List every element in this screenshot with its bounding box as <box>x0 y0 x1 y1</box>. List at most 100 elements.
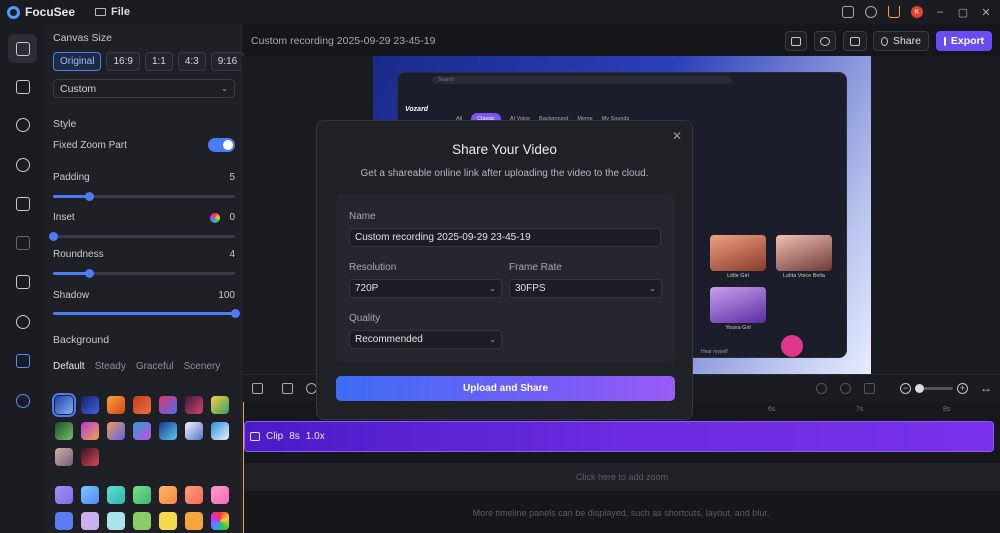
rail-camera-tool[interactable] <box>8 150 37 179</box>
color-swatch[interactable] <box>133 486 151 504</box>
share-label: Share <box>892 35 921 47</box>
wallpaper-swatch[interactable] <box>211 396 229 414</box>
rail-blur-tool[interactable] <box>8 307 37 336</box>
close-icon[interactable]: ✕ <box>672 129 682 143</box>
tab-steady[interactable]: Steady <box>95 361 126 372</box>
rail-canvas-tool[interactable] <box>8 34 37 63</box>
minimize-button[interactable]: – <box>934 6 946 18</box>
roundness-slider[interactable] <box>53 269 235 278</box>
expand-timeline-icon[interactable]: ↔ <box>980 381 992 395</box>
zoom-out-icon[interactable]: − <box>900 383 911 394</box>
color-swatch[interactable] <box>185 486 203 504</box>
delete-icon[interactable] <box>864 383 875 394</box>
color-swatch[interactable] <box>55 486 73 504</box>
ratio-original-button[interactable]: Original <box>53 52 102 71</box>
wallpaper-swatch[interactable] <box>133 422 151 440</box>
color-wheel-icon[interactable] <box>210 212 221 223</box>
color-swatch[interactable] <box>159 512 177 530</box>
inset-slider[interactable] <box>49 232 235 241</box>
tab-scenery[interactable]: Scenery <box>184 361 221 372</box>
wallpaper-swatch[interactable] <box>81 448 99 466</box>
export-button[interactable]: Export <box>936 31 992 51</box>
tab-default[interactable]: Default <box>53 361 85 372</box>
upload-and-share-button[interactable]: Upload and Share <box>336 376 675 401</box>
color-swatches <box>55 486 229 530</box>
ratio-1-1-button[interactable]: 1:1 <box>144 52 173 71</box>
fixed-zoom-row: Fixed Zoom Part <box>53 138 235 152</box>
rail-cursor-tool[interactable] <box>8 72 37 101</box>
quality-select[interactable]: Recommended ⌄ <box>349 330 502 349</box>
roundness-slider-knob[interactable] <box>85 269 95 278</box>
color-swatch[interactable] <box>211 486 229 504</box>
color-swatch[interactable] <box>81 512 99 530</box>
shadow-slider[interactable] <box>53 309 240 318</box>
share-button[interactable]: Share <box>873 31 929 51</box>
wallpaper-swatch[interactable] <box>185 422 203 440</box>
add-zoom-hint: Click here to add zoom <box>575 472 669 482</box>
rail-keyboard-tool[interactable] <box>8 228 37 257</box>
padding-slider-knob[interactable] <box>85 192 95 201</box>
timeline-settings-icon[interactable] <box>252 383 263 394</box>
wallpaper-swatch[interactable] <box>107 396 125 414</box>
rail-avatar-tool[interactable] <box>8 386 37 415</box>
zoom-in-icon[interactable]: + <box>957 383 968 394</box>
inset-label: Inset <box>53 212 75 223</box>
maximize-button[interactable]: ▢ <box>957 6 969 19</box>
name-field[interactable]: Custom recording 2025-09-29 23-45-19 <box>349 228 661 247</box>
crop-icon[interactable] <box>282 383 293 394</box>
frame-rate-select[interactable]: 30FPS ⌄ <box>509 279 662 298</box>
inset-slider-knob[interactable] <box>49 232 58 241</box>
color-swatch[interactable] <box>107 486 125 504</box>
rail-captions-tool[interactable] <box>8 346 37 375</box>
style-title: Style <box>53 118 77 130</box>
canvas-preset-select[interactable]: Custom ⌄ <box>53 79 235 98</box>
wallpaper-swatch[interactable] <box>211 422 229 440</box>
rail-clip-tool[interactable] <box>8 267 37 296</box>
custom-color-swatch[interactable] <box>211 512 229 530</box>
title-bar: FocuSee File K – ▢ ✕ <box>0 0 1000 24</box>
notes-button[interactable] <box>785 31 807 51</box>
color-swatch[interactable] <box>81 486 99 504</box>
color-swatch[interactable] <box>55 512 73 530</box>
timeline-zoom-slider[interactable] <box>915 384 953 393</box>
color-swatch[interactable] <box>159 486 177 504</box>
ruler-tick: 6s <box>768 406 776 413</box>
wallpaper-swatch[interactable] <box>133 396 151 414</box>
rail-path-tool[interactable] <box>8 110 37 139</box>
playhead[interactable] <box>243 402 244 533</box>
ratio-9-16-button[interactable]: 9:16 <box>210 52 245 71</box>
wallpaper-swatch[interactable] <box>55 422 73 440</box>
tab-graceful[interactable]: Graceful <box>136 361 174 372</box>
cart-icon[interactable] <box>888 6 900 18</box>
feedback-icon[interactable] <box>842 6 854 18</box>
wallpaper-swatch[interactable] <box>107 422 125 440</box>
adjust-button[interactable] <box>843 31 867 51</box>
settings-gear-icon[interactable] <box>865 6 877 18</box>
color-swatch[interactable] <box>133 512 151 530</box>
wallpaper-swatch[interactable] <box>81 422 99 440</box>
video-clip[interactable]: Clip 8s 1.0x <box>244 421 994 452</box>
wallpaper-swatch[interactable] <box>55 448 73 466</box>
close-window-button[interactable]: ✕ <box>980 6 992 19</box>
ratio-16-9-button[interactable]: 16:9 <box>106 52 140 71</box>
wallpaper-swatch[interactable] <box>159 396 177 414</box>
shadow-slider-knob[interactable] <box>231 309 240 318</box>
wallpaper-swatch[interactable] <box>159 422 177 440</box>
wallpaper-swatch[interactable] <box>185 396 203 414</box>
zoom-track[interactable]: Click here to add zoom <box>244 463 1000 491</box>
rail-audio-tool[interactable] <box>8 189 37 218</box>
redo-icon[interactable] <box>840 383 851 394</box>
resolution-select[interactable]: 720P ⌄ <box>349 279 502 298</box>
preview-button[interactable] <box>814 31 836 51</box>
color-swatch[interactable] <box>185 512 203 530</box>
wallpaper-swatch[interactable] <box>52 393 76 417</box>
voice-card-label: Youna Girl <box>725 325 751 331</box>
padding-slider[interactable] <box>53 192 235 201</box>
fixed-zoom-toggle[interactable] <box>208 138 235 152</box>
ratio-4-3-button[interactable]: 4:3 <box>177 52 206 71</box>
file-menu[interactable]: File <box>95 6 130 18</box>
user-avatar[interactable]: K <box>911 6 923 18</box>
undo-icon[interactable] <box>816 383 827 394</box>
wallpaper-swatch[interactable] <box>81 396 99 414</box>
color-swatch[interactable] <box>107 512 125 530</box>
